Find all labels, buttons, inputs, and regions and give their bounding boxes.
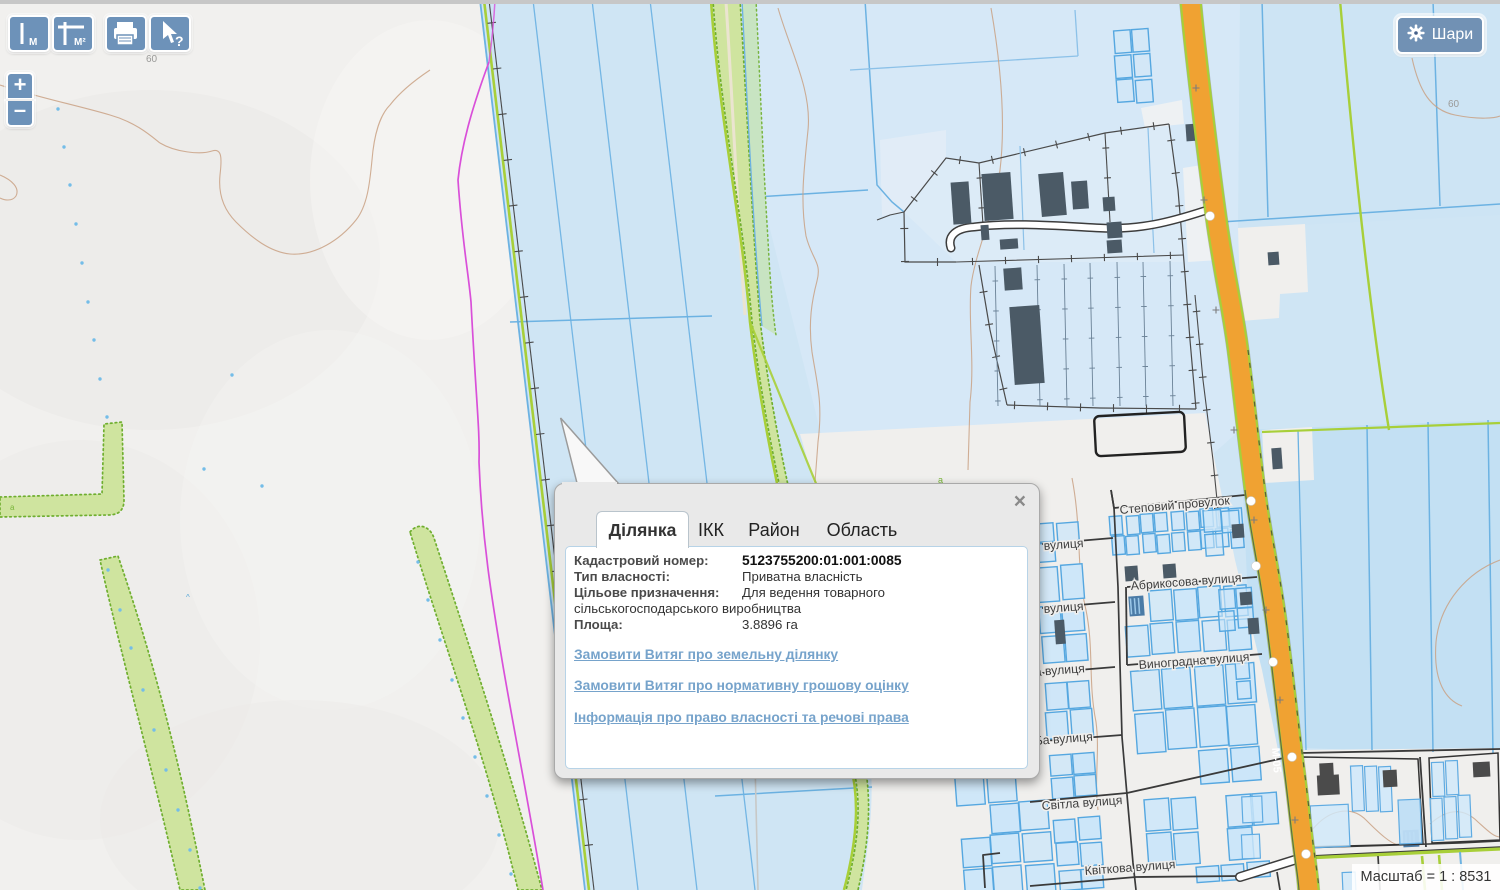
svg-text:М-05: М-05 [1269, 747, 1283, 773]
svg-text:60: 60 [1448, 99, 1460, 110]
svg-text:60: 60 [146, 54, 158, 65]
svg-text:вулиця: вулиця [1043, 536, 1084, 553]
svg-text:М: М [29, 37, 37, 48]
svg-text:?: ? [175, 33, 184, 49]
svg-text:вулиця: вулиця [1043, 599, 1084, 616]
svg-text:a: a [10, 503, 15, 512]
svg-text:^: ^ [186, 593, 190, 602]
svg-text:М²: М² [74, 37, 86, 48]
